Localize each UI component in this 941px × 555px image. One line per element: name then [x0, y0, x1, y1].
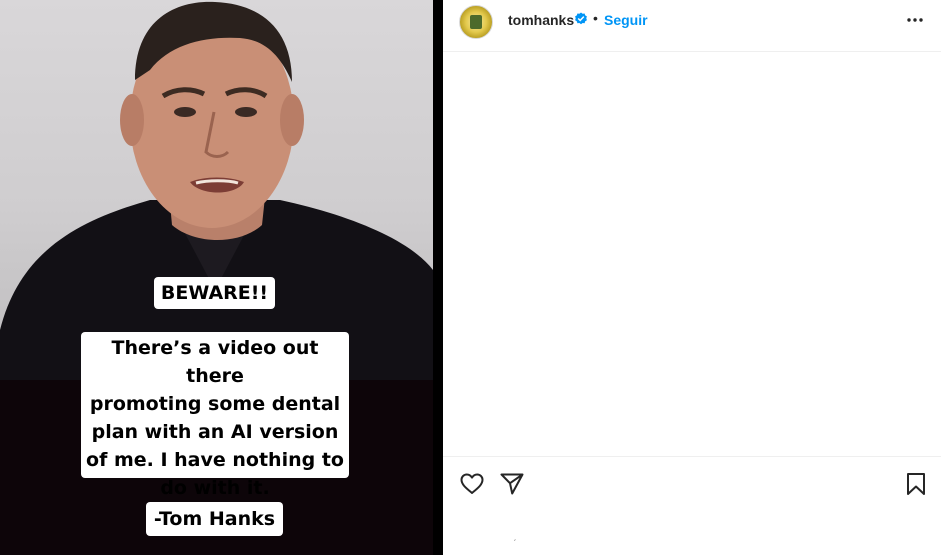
verified-badge-icon	[575, 12, 587, 25]
avatar[interactable]	[459, 5, 493, 39]
caption-signature: -Tom Hanks	[146, 502, 283, 536]
media-edge	[433, 0, 443, 555]
heart-icon[interactable]	[459, 471, 485, 497]
avatar-emblem	[470, 15, 482, 29]
send-icon[interactable]	[499, 471, 525, 497]
caption-beware: BEWARE!!	[154, 277, 275, 309]
more-options-icon[interactable]	[905, 9, 925, 29]
caption-main: There’s a video out there promoting some…	[81, 332, 349, 499]
action-bar: ˏ	[443, 456, 941, 555]
follow-button[interactable]: Seguir	[604, 12, 648, 28]
portrait-photo	[0, 0, 433, 380]
bookmark-icon[interactable]	[903, 471, 929, 497]
username-link[interactable]: tomhanks	[508, 12, 574, 28]
comments-area[interactable]	[443, 52, 941, 456]
post-sidebar: tomhanks • Seguir ˏ	[443, 0, 941, 555]
post-media[interactable]: BEWARE!! There’s a video out there promo…	[0, 0, 443, 555]
separator-dot: •	[593, 10, 598, 26]
tiny-mark: ˏ	[513, 531, 517, 542]
instagram-post: BEWARE!! There’s a video out there promo…	[0, 0, 941, 555]
post-header: tomhanks • Seguir	[443, 0, 941, 52]
